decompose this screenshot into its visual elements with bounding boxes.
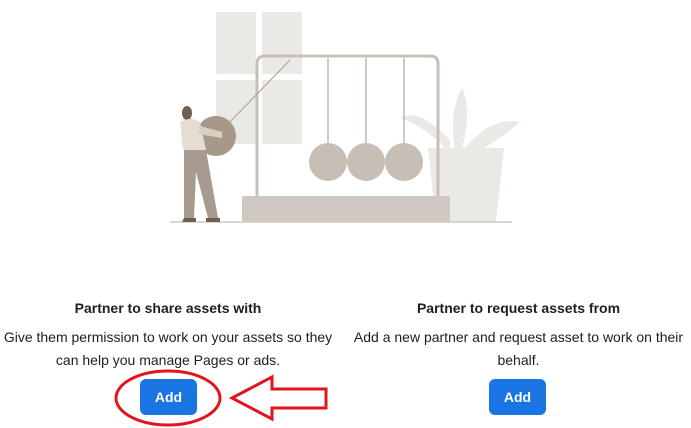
share-assets-add-button[interactable]: Add	[140, 379, 197, 415]
annotation-arrow	[228, 374, 328, 422]
share-assets-section: Partner to share assets with Give them p…	[0, 298, 336, 372]
share-assets-title: Partner to share assets with	[74, 300, 262, 316]
request-assets-section: Partner to request assets from Add a new…	[346, 298, 691, 372]
request-assets-description: Add a new partner and request asset to w…	[353, 329, 684, 368]
share-assets-description: Give them permission to work on your ass…	[3, 329, 333, 368]
partner-options-page: Partner to share assets with Give them p…	[0, 0, 691, 428]
newtons-cradle-illustration	[170, 12, 520, 223]
request-assets-title: Partner to request assets from	[416, 300, 621, 316]
request-assets-add-button[interactable]: Add	[489, 379, 546, 415]
